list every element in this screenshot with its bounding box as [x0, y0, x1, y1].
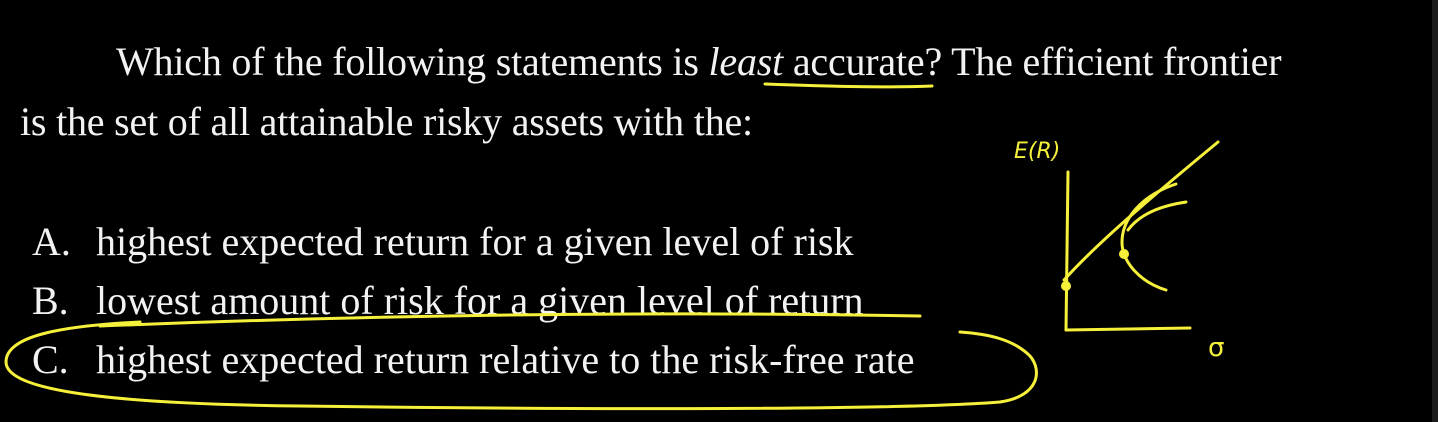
risk-free-point: [1061, 281, 1071, 291]
option-text: highest expected return for a given leve…: [96, 219, 854, 264]
option-a: A. highest expected return for a given le…: [32, 212, 915, 271]
question-line2: is the set of all attainable risky asset…: [20, 99, 753, 144]
question-text: Which of the following statements is lea…: [20, 32, 1420, 152]
x-axis: [1064, 326, 1192, 332]
question-emphasis: least: [708, 39, 784, 84]
option-text: lowest amount of risk for a given level …: [96, 278, 864, 323]
option-c: C. highest expected return relative to th…: [32, 330, 915, 389]
frontier-curve: [1120, 182, 1178, 292]
x-axis-label: σ: [1208, 333, 1224, 363]
option-b: B. lowest amount of risk for a given leve…: [32, 271, 915, 330]
question-part1: Which of the following statements is: [116, 39, 709, 84]
frontier-sketch: E(R) σ: [1014, 139, 1224, 363]
option-letter: B.: [32, 278, 69, 323]
option-text: highest expected return relative to the …: [96, 337, 915, 382]
option-letter: C.: [32, 337, 69, 382]
question-part2: accurate? The efficient frontier: [783, 39, 1282, 84]
frame-edge: [1432, 0, 1438, 422]
tangency-point: [1119, 249, 1129, 259]
frontier-curve-2: [1126, 200, 1188, 232]
y-axis: [1064, 170, 1070, 332]
option-letter: A.: [32, 219, 71, 264]
answer-options: A. highest expected return for a given le…: [32, 212, 915, 389]
capital-allocation-line: [1062, 140, 1220, 282]
